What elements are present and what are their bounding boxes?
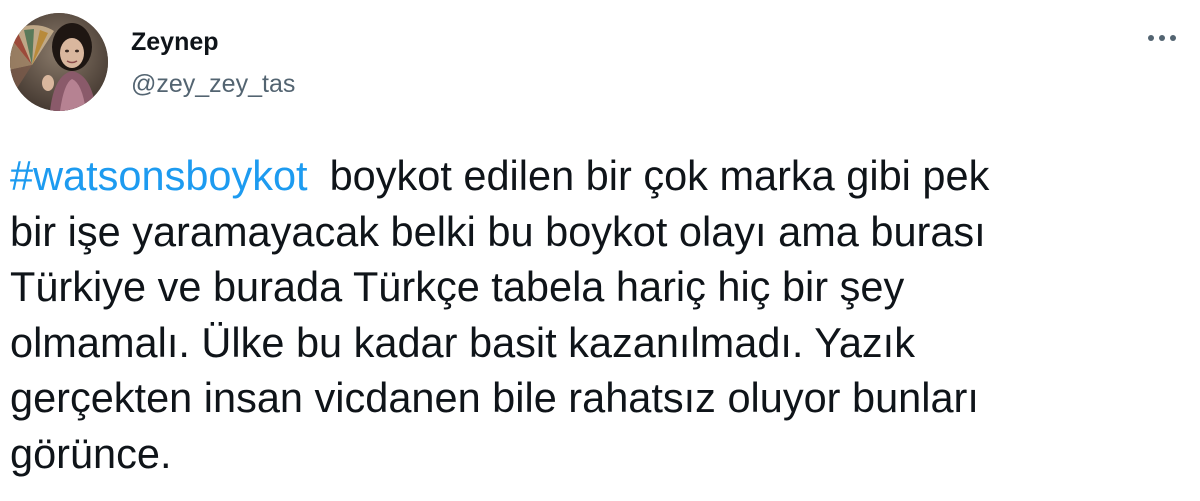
hashtag-link[interactable]: #watsonsboykot — [10, 152, 308, 199]
tweet-text: #watsonsboykot boykot edilen bir çok mark… — [10, 148, 1190, 481]
user-handle[interactable]: @zey_zey_tas — [131, 69, 295, 99]
profile-photo — [10, 13, 108, 111]
display-name[interactable]: Zeynep — [131, 27, 219, 57]
avatar[interactable] — [10, 13, 108, 111]
tweet-text-line: #watsonsboykot boykot edilen bir çok mark… — [10, 148, 1190, 204]
tweet-text-line: olmamalı. Ülke bu kadar basit kazanılmad… — [10, 318, 915, 366]
tweet-text-segment: boykot edilen bir çok marka gibi pek — [329, 152, 990, 199]
tweet-text-line: Türkiye ve burada Türkçe tabela hariç hi… — [10, 263, 905, 310]
more-options-button[interactable] — [1140, 22, 1184, 54]
tweet-text-line: görünce. — [10, 429, 172, 477]
tweet-text-line: bir işe yaramayacak belki bu boykot olay… — [10, 207, 986, 255]
tweet-text-line: gerçekten insan vicdanen bile rahatsız o… — [10, 374, 979, 421]
more-horizontal-icon — [1148, 35, 1176, 41]
tweet-card: Zeynep @zey_zey_tas #watsonsboykot boykot… — [0, 0, 1200, 501]
